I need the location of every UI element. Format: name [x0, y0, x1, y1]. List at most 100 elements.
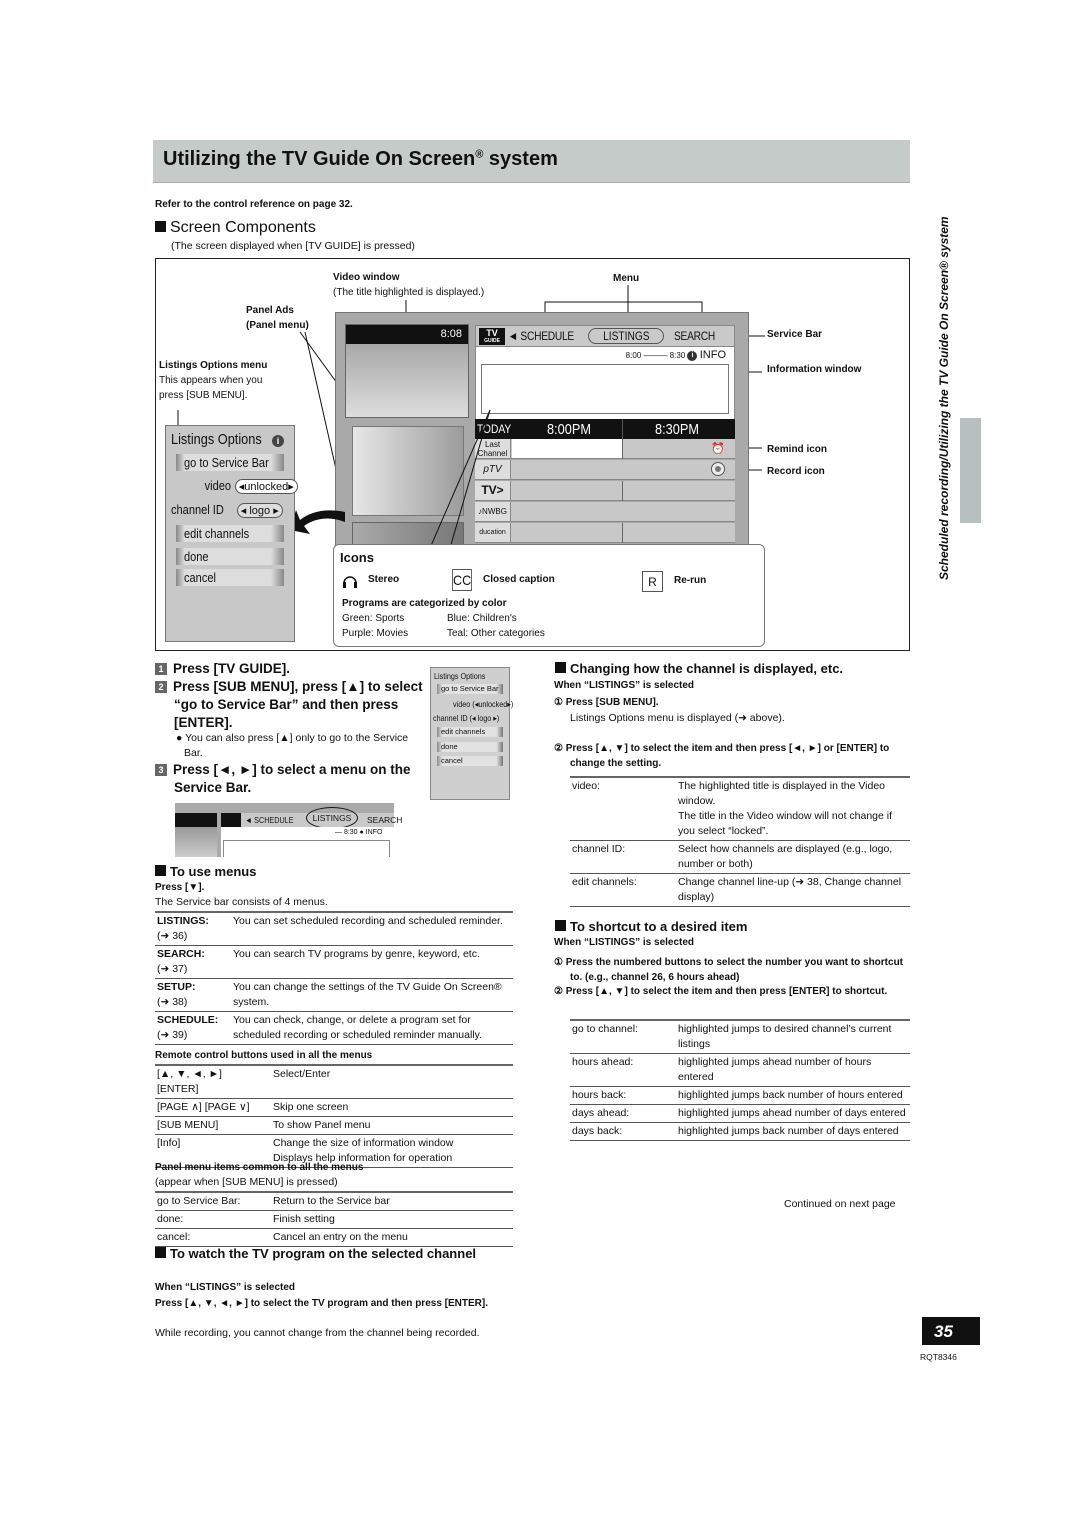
page-number: 35 [922, 1317, 980, 1345]
row-key: LISTINGS: (➜ 36) [157, 915, 209, 942]
row-value: Skip one screen [273, 1101, 349, 1113]
table-row: cancel: Cancel an entry on the menu [155, 1229, 513, 1247]
listings-options-panel: Listings Options i go to Service Bar vid… [165, 425, 298, 642]
done-button[interactable]: done [176, 548, 284, 565]
table-row: go to channel: highlighted jumps to desir… [570, 1020, 910, 1054]
changing-channel-step-1-note: Listings Options menu is displayed (➜ ab… [570, 712, 785, 724]
row-value: highlighted jumps back number of hours e… [678, 1089, 903, 1101]
table-row: SETUP: (➜ 38) You can change the settings … [155, 979, 513, 1012]
table-row: channel ID: Select how channels are displ… [570, 841, 910, 874]
table-row: [PAGE ∧] [PAGE ∨] Skip one screen [155, 1099, 513, 1117]
row-key: hours back: [572, 1089, 627, 1101]
changing-channel-table: video: The highlighted title is displayed… [570, 776, 910, 907]
row-key: done: [157, 1213, 184, 1225]
use-menus-heading: To use menus [155, 864, 256, 879]
rerun-label: Re-run [674, 575, 707, 586]
row-key: [SUB MENU] [157, 1119, 219, 1131]
row-key: SEARCH: (➜ 37) [157, 948, 205, 975]
row-key: channel ID: [572, 843, 626, 855]
row-key: [▲, ▼, ◄, ►] [ENTER] [157, 1068, 222, 1095]
row-key: days back: [572, 1125, 623, 1137]
watch-program-heading: To watch the TV program on the selected … [155, 1245, 485, 1263]
row-value: You can check, change, or delete a progr… [233, 1014, 483, 1041]
row-value: Change channel line-up (➜ 38, Change cha… [678, 876, 902, 903]
use-menus-press: Press [▼]. [155, 882, 205, 893]
row-value: You can change the settings of the TV Gu… [233, 981, 502, 1008]
icons-heading: Icons [340, 550, 374, 565]
watch-program-note: While recording, you cannot change from … [155, 1327, 480, 1339]
step-2: 2 Press [SUB MENU], press [▲] to select “… [155, 678, 427, 732]
changing-channel-step-1: ① Press [SUB MENU]. [554, 697, 659, 708]
category-childrens: Blue: Children's [447, 613, 517, 624]
menus-table: LISTINGS: (➜ 36) You can set scheduled rec… [155, 911, 513, 1045]
remote-buttons-heading: Remote control buttons used in all the m… [155, 1050, 373, 1061]
row-key: [PAGE ∧] [PAGE ∨] [157, 1101, 250, 1113]
closed-caption-label: Closed caption [483, 574, 555, 585]
shortcut-when: When “LISTINGS” is selected [554, 937, 695, 948]
row-key: days ahead: [572, 1107, 630, 1119]
category-other: Teal: Other categories [447, 628, 545, 639]
category-movies: Purple: Movies [342, 628, 409, 639]
listings-highlight-circle: LISTINGS [306, 807, 358, 829]
side-section-label: Scheduled recording/Utilizing the TV Gui… [937, 216, 951, 580]
row-value: highlighted jumps back number of days en… [678, 1125, 899, 1137]
headphones-icon [343, 576, 357, 588]
cancel-button[interactable]: cancel [176, 569, 284, 586]
row-key: go to Service Bar: [157, 1195, 241, 1207]
table-row: days back: highlighted jumps back number … [570, 1123, 910, 1141]
row-value: Cancel an entry on the menu [273, 1231, 408, 1243]
row-value: You can set scheduled recording and sche… [233, 915, 503, 927]
curved-arrow-icon [290, 510, 345, 534]
side-tab [960, 418, 981, 523]
table-row: [▲, ▼, ◄, ►] [ENTER] Select/Enter [155, 1065, 513, 1099]
table-row: LISTINGS: (➜ 36) You can set scheduled rec… [155, 912, 513, 946]
row-key: go to channel: [572, 1023, 638, 1035]
go-to-service-bar-button[interactable]: go to Service Bar [176, 454, 284, 471]
table-row: done: Finish setting [155, 1211, 513, 1229]
icons-legend: Icons Stereo CC Closed caption R Re-run … [333, 544, 765, 647]
shortcut-table: go to channel: highlighted jumps to desir… [570, 1019, 910, 1141]
row-value: highlighted jumps ahead number of hours … [678, 1056, 872, 1083]
document-code: RQT8346 [920, 1352, 957, 1362]
continued-note: Continued on next page [784, 1198, 896, 1210]
stereo-label: Stereo [368, 574, 400, 585]
use-menus-desc: The Service bar consists of 4 menus. [155, 896, 328, 908]
row-value: Select how channels are displayed (e.g.,… [678, 843, 893, 870]
table-row: edit channels: Change channel line-up (➜ … [570, 874, 910, 907]
row-key: cancel: [157, 1231, 191, 1243]
info-icon: i [272, 435, 284, 447]
panel-menu-sub: (appear when [SUB MENU] is pressed) [155, 1176, 338, 1188]
video-option[interactable]: video ◂unlocked▸ [200, 478, 298, 494]
step-1: 1 Press [TV GUIDE]. [155, 660, 290, 678]
table-row: [SUB MENU] To show Panel menu [155, 1117, 513, 1135]
table-row: SCHEDULE: (➜ 39) You can check, change, or… [155, 1012, 513, 1045]
channel-id-option[interactable]: channel ID ◂ logo ▸ [171, 502, 283, 518]
listings-options-title: Listings Options [171, 431, 262, 448]
changing-channel-heading: Changing how the channel is displayed, e… [555, 661, 843, 676]
table-row: hours ahead: highlighted jumps ahead numb… [570, 1054, 910, 1087]
table-row: video: The highlighted title is displayed… [570, 777, 910, 841]
row-value: highlighted jumps to desired channel’s c… [678, 1023, 892, 1050]
mini-listings-options: Listings Options go to Service Bar video… [430, 667, 513, 800]
row-value: You can search TV programs by genre, key… [233, 948, 480, 960]
shortcut-heading: To shortcut to a desired item [555, 919, 747, 934]
row-key: hours ahead: [572, 1056, 634, 1068]
row-value: Return to the Service bar [273, 1195, 390, 1207]
rerun-icon: R [642, 571, 663, 592]
panel-menu-heading: Panel menu items common to all the menus [155, 1162, 364, 1173]
table-row: go to Service Bar: Return to the Service … [155, 1192, 513, 1211]
video-value-selector[interactable]: ◂unlocked▸ [234, 479, 298, 494]
row-key: SETUP: (➜ 38) [157, 981, 196, 1008]
row-value: To show Panel menu [273, 1119, 371, 1131]
edit-channels-button[interactable]: edit channels [176, 525, 284, 542]
row-key: edit channels: [572, 876, 637, 888]
mini-service-bar-illustration: ◄ SCHEDULE LISTINGS SEARCH ► — 8:30 ● IN… [175, 803, 402, 857]
panel-menu-table: go to Service Bar: Return to the Service … [155, 1191, 513, 1247]
row-value: highlighted jumps ahead number of days e… [678, 1107, 906, 1119]
remote-buttons-table: [▲, ▼, ◄, ►] [ENTER] Select/Enter [PAGE ∧]… [155, 1064, 513, 1168]
row-value: The highlighted title is displayed in th… [678, 780, 893, 837]
changing-channel-step-2: ② Press [▲, ▼] to select the item and th… [554, 743, 890, 769]
category-sports: Green: Sports [342, 613, 405, 624]
changing-channel-when: When “LISTINGS” is selected [554, 680, 695, 691]
channel-id-value-selector[interactable]: ◂ logo ▸ [236, 503, 283, 518]
